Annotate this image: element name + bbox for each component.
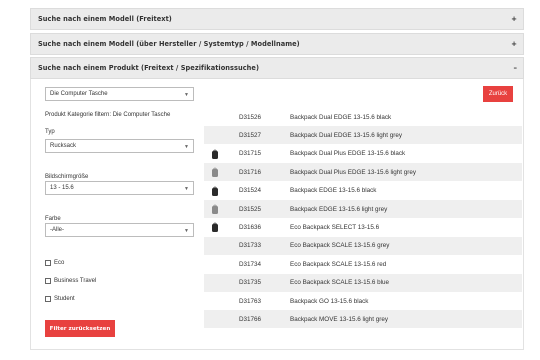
product-id[interactable]: D31526 [239,114,261,121]
checkbox-icon[interactable] [45,260,51,266]
product-row[interactable]: D31524 Backpack EDGE 13-15.6 black [204,182,522,200]
collapse-icon[interactable]: – [514,64,518,72]
product-row[interactable]: D31527 Backpack Dual EDGE 13-15.6 light g… [204,126,522,145]
back-button[interactable]: Zurück [483,86,513,102]
backpack-grey-icon [212,167,218,178]
chevron-down-icon: ▼ [184,186,189,192]
product-row[interactable]: D31526 Backpack Dual EDGE 13-15.6 black [204,108,522,126]
product-name[interactable]: Eco Backpack SCALE 13-15.6 red [290,261,386,268]
product-row[interactable]: D31716 Backpack Dual Plus EDGE 13-15.6 li… [204,163,522,182]
checkbox-icon[interactable] [45,278,51,284]
accordion-product-search[interactable]: Suche nach einem Produkt (Freitext / Spe… [30,57,524,79]
typ-select-value: Rucksack [50,143,77,149]
product-name[interactable]: Backpack Dual EDGE 13-15.6 light grey [290,132,402,139]
screen-size-select[interactable]: 13 - 15.6 ▼ [45,181,194,195]
product-name[interactable]: Eco Backpack SCALE 13-15.6 grey [290,242,389,249]
reset-filter-button[interactable]: Filter zurücksetzen [45,320,115,337]
checkbox-icon[interactable] [45,296,51,302]
checkbox-business-travel[interactable]: Business Travel [45,278,96,284]
chevron-down-icon: ▼ [184,228,189,234]
product-id[interactable]: D31766 [239,316,261,323]
product-id[interactable]: D31734 [239,261,261,268]
product-id[interactable]: D31636 [239,224,261,231]
product-name[interactable]: Backpack EDGE 13-15.6 black [290,187,376,194]
chevron-down-icon: ▼ [184,144,189,150]
backpack-black-icon [212,222,218,233]
product-id[interactable]: D31527 [239,132,261,139]
product-name[interactable]: Backpack Dual EDGE 13-15.6 black [290,114,391,121]
color-select-value: -Alle- [50,227,65,233]
accordion-manufacturer-model[interactable]: Suche nach einem Modell (über Hersteller… [30,33,524,55]
accordion-title: Suche nach einem Produkt (Freitext / Spe… [38,64,260,72]
product-row[interactable]: D31733 Eco Backpack SCALE 13-15.6 grey [204,236,522,255]
typ-select[interactable]: Rucksack ▼ [45,139,194,153]
accordion-freetext-model[interactable]: Suche nach einem Modell (Freitext) + [30,8,524,30]
product-row[interactable]: D31766 Backpack MOVE 13-15.6 light grey [204,310,522,329]
category-filter-text: Produkt Kategorie filtern: Die Computer … [45,112,171,118]
product-id[interactable]: D31735 [239,279,261,286]
backpack-grey-icon [212,204,218,214]
accordion-title: Suche nach einem Modell (über Hersteller… [38,40,300,48]
product-name[interactable]: Eco Backpack SELECT 13-15.6 [290,224,379,231]
product-row[interactable]: D31735 Eco Backpack SCALE 13-15.6 blue [204,273,522,292]
expand-icon[interactable]: + [511,15,517,23]
checkbox-label: Eco [54,260,65,266]
product-name[interactable]: Backpack GO 13-15.6 black [290,298,368,305]
screen-size-label: Bildschirmgröße [45,174,89,180]
product-name[interactable]: Backpack Dual Plus EDGE 13-15.6 black [290,150,405,157]
screen-size-select-value: 13 - 15.6 [50,185,74,191]
product-name[interactable]: Backpack Dual Plus EDGE 13-15.6 light gr… [290,169,416,176]
product-row[interactable]: D31763 Backpack GO 13-15.6 black [204,292,522,310]
product-id[interactable]: D31733 [239,242,261,249]
product-id[interactable]: D31763 [239,298,261,305]
color-label: Farbe [45,216,61,222]
product-row[interactable]: D31525 Backpack EDGE 13-15.6 light grey [204,200,522,218]
product-name[interactable]: Eco Backpack SCALE 13-15.6 blue [290,279,389,286]
expand-icon[interactable]: + [511,40,517,48]
product-id[interactable]: D31525 [239,206,261,213]
backpack-black-icon [212,149,218,159]
product-id[interactable]: D31715 [239,150,261,157]
checkbox-eco[interactable]: Eco [45,260,64,266]
accordion-title: Suche nach einem Modell (Freitext) [38,15,172,23]
category-select[interactable]: Die Computer Tasche ▼ [45,87,194,101]
checkbox-student[interactable]: Student [45,296,75,302]
product-id[interactable]: D31524 [239,187,261,194]
product-name[interactable]: Backpack EDGE 13-15.6 light grey [290,206,387,213]
product-id[interactable]: D31716 [239,169,261,176]
typ-label: Typ [45,129,55,135]
product-row[interactable]: D31636 Eco Backpack SELECT 13-15.6 [204,218,522,236]
checkbox-label: Student [54,296,75,302]
category-select-value: Die Computer Tasche [50,91,108,97]
backpack-black-icon [212,186,218,196]
checkbox-label: Business Travel [54,278,97,284]
chevron-down-icon: ▼ [184,92,189,98]
product-row[interactable]: D31715 Backpack Dual Plus EDGE 13-15.6 bl… [204,145,522,163]
product-name[interactable]: Backpack MOVE 13-15.6 light grey [290,316,388,323]
product-row[interactable]: D31734 Eco Backpack SCALE 13-15.6 red [204,255,522,273]
color-select[interactable]: -Alle- ▼ [45,223,194,237]
